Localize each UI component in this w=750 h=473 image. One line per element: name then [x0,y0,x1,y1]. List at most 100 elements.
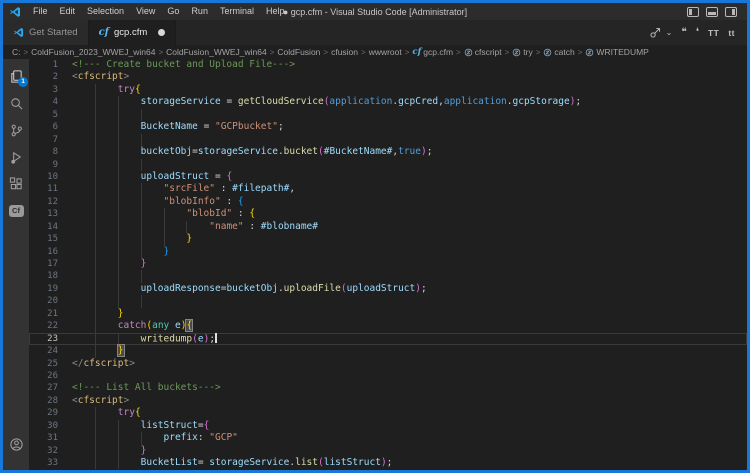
breadcrumb-item[interactable]: cfgcp.cfm [412,47,453,57]
activitybar-explorer[interactable]: 1 [5,66,27,86]
code-line-14[interactable]: 14 "name" : #blobname# [29,221,747,233]
code-text[interactable] [72,109,747,121]
code-line-24[interactable]: 24 } [29,345,747,357]
breadcrumb-item[interactable]: C: [12,47,21,57]
breadcrumb-item[interactable]: cfusion [331,47,358,57]
toggle-sidebar-left-icon[interactable] [687,7,699,17]
code-text[interactable]: prefix: "GCP" [72,432,747,444]
menu-selection[interactable]: Selection [81,3,130,20]
code-line-5[interactable]: 5 [29,109,747,121]
menu-help[interactable]: Help [260,3,291,20]
code-text[interactable]: uploadStruct = { [72,171,747,183]
code-text[interactable]: BucketName = "GCPbucket"; [72,121,747,133]
uppercase-icon[interactable]: TT [708,28,719,38]
tab-get-started[interactable]: Get Started [3,20,89,45]
code-text[interactable]: uploadResponse=bucketObj.uploadFile(uplo… [72,283,747,295]
code-line-1[interactable]: 1<!--- Create bucket and Upload File---> [29,59,747,71]
code-text[interactable]: "blobId" : { [72,208,747,220]
code-line-3[interactable]: 3 try{ [29,84,747,96]
code-text[interactable]: } [72,258,747,270]
code-text[interactable]: "blobInfo" : { [72,196,747,208]
code-text[interactable]: } [72,445,747,457]
code-text[interactable]: <cfscript> [72,395,747,407]
code-text[interactable] [72,370,747,382]
code-text[interactable]: BucketList= storageService.list(listStru… [72,457,747,469]
code-line-20[interactable]: 20 [29,295,747,307]
menu-terminal[interactable]: Terminal [214,3,260,20]
toggle-sidebar-right-icon[interactable] [725,7,737,17]
code-text[interactable]: } [72,345,747,357]
single-quote-icon[interactable]: ❛ [696,27,699,38]
code-text[interactable]: catch(any e){ [72,320,747,332]
activitybar-extensions[interactable] [5,174,27,194]
unsaved-dot-icon[interactable] [158,29,165,36]
code-text[interactable]: writedump(e); [72,333,747,345]
menu-edit[interactable]: Edit [54,3,82,20]
activitybar-coldfusion[interactable]: Cf [5,201,27,221]
activitybar-search[interactable] [5,93,27,113]
code-line-25[interactable]: 25</cfscript> [29,358,747,370]
code-text[interactable]: bucketObj=storageService.bucket(#BucketN… [72,146,747,158]
code-text[interactable] [72,134,747,146]
activitybar-source-control[interactable] [5,120,27,140]
code-line-21[interactable]: 21 } [29,308,747,320]
breadcrumb-item[interactable]: ColdFusion_2023_WWEJ_win64 [31,47,155,57]
code-text[interactable] [72,270,747,282]
menu-file[interactable]: File [27,3,54,20]
code-text[interactable] [72,159,747,171]
menu-view[interactable]: View [130,3,161,20]
code-line-11[interactable]: 11 "srcFile" : #filepath#, [29,183,747,195]
code-line-10[interactable]: 10 uploadStruct = { [29,171,747,183]
breadcrumb-item[interactable]: catch [543,47,574,57]
breadcrumb-item[interactable]: ColdFusion_WWEJ_win64 [166,47,267,57]
double-quote-icon[interactable]: ❝ [681,27,686,38]
code-text[interactable] [72,295,747,307]
code-text[interactable]: <!--- List All buckets---> [72,382,747,394]
code-line-17[interactable]: 17 } [29,258,747,270]
code-line-18[interactable]: 18 [29,270,747,282]
run-code-icon[interactable] [649,26,662,39]
breadcrumb-item[interactable]: WRITEDUMP [585,47,648,57]
code-line-12[interactable]: 12 "blobInfo" : { [29,196,747,208]
code-text[interactable]: } [72,246,747,258]
code-line-26[interactable]: 26 [29,370,747,382]
chevron-down-icon[interactable]: ⌄ [666,28,673,37]
breadcrumb-item[interactable]: wwwroot [369,47,402,57]
code-line-22[interactable]: 22 catch(any e){ [29,320,747,332]
code-text[interactable]: try{ [72,407,747,419]
code-line-2[interactable]: 2<cfscript> [29,71,747,83]
activitybar-account[interactable] [5,434,27,454]
code-line-23[interactable]: 23 writedump(e); [29,333,747,345]
activitybar-run-debug[interactable] [5,147,27,167]
code-line-6[interactable]: 6 BucketName = "GCPbucket"; [29,121,747,133]
code-text[interactable]: "name" : #blobname# [72,221,747,233]
code-line-33[interactable]: 33 BucketList= storageService.list(listS… [29,457,747,469]
code-line-8[interactable]: 8 bucketObj=storageService.bucket(#Bucke… [29,146,747,158]
code-text[interactable]: } [72,233,747,245]
breadcrumb-item[interactable]: cfscript [464,47,502,57]
code-line-32[interactable]: 32 } [29,445,747,457]
code-line-4[interactable]: 4 storageService = getCloudService(appli… [29,96,747,108]
code-line-16[interactable]: 16 } [29,246,747,258]
code-line-27[interactable]: 27<!--- List All buckets---> [29,382,747,394]
code-text[interactable]: } [72,308,747,320]
code-text[interactable]: </cfscript> [72,358,747,370]
code-line-28[interactable]: 28<cfscript> [29,395,747,407]
toggle-panel-icon[interactable] [706,7,718,17]
code-line-13[interactable]: 13 "blobId" : { [29,208,747,220]
menu-run[interactable]: Run [185,3,214,20]
code-text[interactable]: storageService = getCloudService(applica… [72,96,747,108]
code-text[interactable]: try{ [72,84,747,96]
lowercase-icon[interactable]: tt [728,28,735,38]
code-text[interactable]: listStruct={ [72,420,747,432]
code-line-31[interactable]: 31 prefix: "GCP" [29,432,747,444]
code-editor[interactable]: 1<!--- Create bucket and Upload File--->… [29,59,747,470]
code-line-7[interactable]: 7 [29,134,747,146]
code-line-19[interactable]: 19 uploadResponse=bucketObj.uploadFile(u… [29,283,747,295]
code-line-30[interactable]: 30 listStruct={ [29,420,747,432]
code-line-29[interactable]: 29 try{ [29,407,747,419]
code-text[interactable]: <!--- Create bucket and Upload File---> [72,59,747,71]
code-line-9[interactable]: 9 [29,159,747,171]
code-text[interactable]: <cfscript> [72,71,747,83]
code-line-15[interactable]: 15 } [29,233,747,245]
